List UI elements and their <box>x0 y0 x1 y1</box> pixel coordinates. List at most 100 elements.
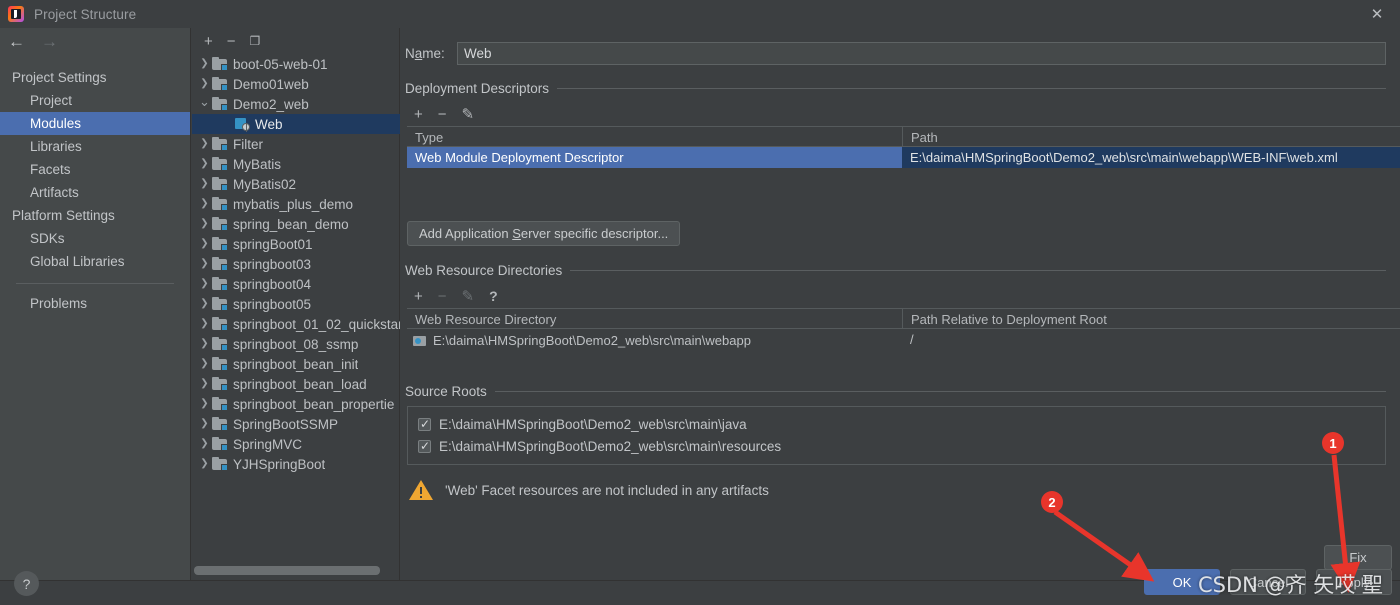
chevron-right-icon[interactable]: ❯ <box>197 79 212 89</box>
source-root-path: E:\daima\HMSpringBoot\Demo2_web\src\main… <box>439 438 782 454</box>
question-icon[interactable]: ? <box>489 289 498 303</box>
chevron-right-icon[interactable]: ❯ <box>197 199 212 209</box>
tree-hscrollbar-thumb[interactable] <box>194 566 380 575</box>
chevron-right-icon[interactable]: ❯ <box>197 459 212 469</box>
cell-type: Web Module Deployment Descriptor <box>407 147 902 168</box>
tree-node[interactable]: ❯ springboot04 <box>192 274 400 294</box>
plus-icon[interactable]: + <box>414 289 423 304</box>
tree-node[interactable]: ❯ springboot_bean_load <box>192 374 400 394</box>
chevron-right-icon[interactable]: ❯ <box>197 259 212 269</box>
chevron-right-icon[interactable]: ❯ <box>197 359 212 369</box>
facet-settings-panel: Name: Deployment Descriptors + − ✎ Type … <box>401 28 1400 580</box>
chevron-right-icon[interactable]: ❯ <box>197 139 212 149</box>
chevron-right-icon[interactable]: ❯ <box>197 439 212 449</box>
add-app-server-descriptor-button[interactable]: Add Application Server specific descript… <box>407 221 681 246</box>
deployment-descriptors-title: Deployment Descriptors <box>405 81 550 96</box>
chevron-right-icon[interactable]: ❯ <box>197 299 212 309</box>
web-resource-table-empty-area <box>407 350 1400 372</box>
deployment-table-toolbar: + − ✎ <box>407 102 1386 126</box>
question-icon[interactable]: ? <box>14 571 39 596</box>
tree-node-label: springboot_bean_load <box>233 376 367 392</box>
web-folder-icon <box>413 335 427 347</box>
sidebar-item-libraries[interactable]: Libraries <box>0 135 190 158</box>
minus-icon: − <box>437 287 447 305</box>
arrow-left-icon[interactable]: ← <box>8 33 25 50</box>
tree-node[interactable]: ❯ boot-05-web-01 <box>192 54 400 74</box>
arrow-right-icon[interactable]: → <box>41 33 58 50</box>
chevron-right-icon[interactable]: ❯ <box>197 419 212 429</box>
section-divider <box>494 391 1386 392</box>
source-root-checkbox[interactable] <box>418 416 431 432</box>
tree-node[interactable]: Web <box>192 114 400 134</box>
sidebar-item-project[interactable]: Project <box>0 89 190 112</box>
chevron-right-icon[interactable]: ❯ <box>197 239 212 249</box>
fix-button[interactable]: Fix <box>1324 545 1392 570</box>
settings-sidebar: ← → Project Settings Project Modules Lib… <box>0 28 191 580</box>
column-header-web-resource-directory[interactable]: Web Resource Directory <box>407 309 902 328</box>
tree-node[interactable]: ❯ Filter <box>192 134 400 154</box>
minus-icon[interactable]: − <box>438 107 447 122</box>
copy-icon[interactable]: ❐ <box>250 35 261 47</box>
chevron-right-icon[interactable]: ❯ <box>197 279 212 289</box>
sidebar-item-problems[interactable]: Problems <box>0 292 190 315</box>
list-item[interactable]: E:\daima\HMSpringBoot\Demo2_web\src\main… <box>408 435 1385 457</box>
table-row[interactable]: E:\daima\HMSpringBoot\Demo2_web\src\main… <box>407 329 1400 350</box>
close-icon[interactable]: ✕ <box>1354 0 1400 28</box>
plus-icon[interactable]: + <box>204 34 213 49</box>
chevron-right-icon[interactable]: ❯ <box>197 159 212 169</box>
tree-node[interactable]: ❯ springboot03 <box>192 254 400 274</box>
facet-name-input[interactable] <box>457 41 1386 65</box>
tree-node[interactable]: ❯ springboot_bean_init <box>192 354 400 374</box>
sidebar-item-sdks[interactable]: SDKs <box>0 227 190 250</box>
tree-node-label: Demo2_web <box>233 96 309 112</box>
list-item[interactable]: E:\daima\HMSpringBoot\Demo2_web\src\main… <box>408 413 1385 435</box>
chevron-right-icon[interactable]: ❯ <box>197 219 212 229</box>
tree-node-label: Demo01web <box>233 76 309 92</box>
tree-node-label: spring_bean_demo <box>233 216 349 232</box>
window-title: Project Structure <box>34 6 137 22</box>
chevron-right-icon[interactable]: ❯ <box>197 339 212 349</box>
module-folder-icon <box>212 197 228 211</box>
module-tree[interactable]: ❯ boot-05-web-01 ❯ Demo01web ⌄ Demo2_web Web ❯ F… <box>192 54 400 566</box>
chevron-right-icon[interactable]: ❯ <box>197 399 212 409</box>
minus-icon[interactable]: − <box>227 34 236 49</box>
cell-relative-path: / <box>910 332 914 347</box>
tree-node-label: springboot_bean_init <box>233 356 359 372</box>
tree-node[interactable]: ❯ spring_bean_demo <box>192 214 400 234</box>
plus-icon[interactable]: + <box>414 107 423 122</box>
sidebar-group-project-settings: Project Settings <box>12 70 107 85</box>
tree-node[interactable]: ❯ springboot_08_ssmp <box>192 334 400 354</box>
table-row[interactable]: Web Module Deployment Descriptor E:\daim… <box>407 147 1400 168</box>
column-header-type[interactable]: Type <box>407 127 902 146</box>
chevron-right-icon[interactable]: ❯ <box>197 59 212 69</box>
sidebar-item-modules[interactable]: Modules <box>0 112 190 135</box>
tree-node[interactable]: ❯ mybatis_plus_demo <box>192 194 400 214</box>
chevron-down-icon[interactable]: ⌄ <box>197 95 212 108</box>
tree-node[interactable]: ❯ MyBatis02 <box>192 174 400 194</box>
tree-node[interactable]: ⌄ Demo2_web <box>192 94 400 114</box>
tree-node[interactable]: ❯ Demo01web <box>192 74 400 94</box>
pencil-icon[interactable]: ✎ <box>462 107 475 122</box>
column-header-path-relative[interactable]: Path Relative to Deployment Root <box>902 309 1400 328</box>
sidebar-item-global-libraries[interactable]: Global Libraries <box>0 250 190 273</box>
chevron-right-icon[interactable]: ❯ <box>197 179 212 189</box>
tree-node-label: Web <box>255 116 283 132</box>
column-header-path[interactable]: Path <box>902 127 1400 146</box>
tree-node[interactable]: ❯ springBoot01 <box>192 234 400 254</box>
tree-node[interactable]: ❯ MyBatis <box>192 154 400 174</box>
sidebar-item-artifacts[interactable]: Artifacts <box>0 181 190 204</box>
tree-node[interactable]: ❯ YJHSpringBoot <box>192 454 400 474</box>
tree-node-label: YJHSpringBoot <box>233 456 326 472</box>
cell-web-resource-directory: E:\daima\HMSpringBoot\Demo2_web\src\main… <box>407 329 902 350</box>
tree-node[interactable]: ❯ springboot_01_02_quickstar <box>192 314 400 334</box>
watermark: CSDN @齐 矢哎 聖 <box>1198 573 1383 597</box>
tree-node[interactable]: ❯ SpringBootSSMP <box>192 414 400 434</box>
chevron-right-icon[interactable]: ❯ <box>197 379 212 389</box>
tree-node[interactable]: ❯ springboot05 <box>192 294 400 314</box>
chevron-right-icon[interactable]: ❯ <box>197 319 212 329</box>
source-root-checkbox[interactable] <box>418 438 431 454</box>
tree-node[interactable]: ❯ SpringMVC <box>192 434 400 454</box>
sidebar-item-facets[interactable]: Facets <box>0 158 190 181</box>
module-folder-icon <box>212 217 228 231</box>
tree-node[interactable]: ❯ springboot_bean_propertie <box>192 394 400 414</box>
